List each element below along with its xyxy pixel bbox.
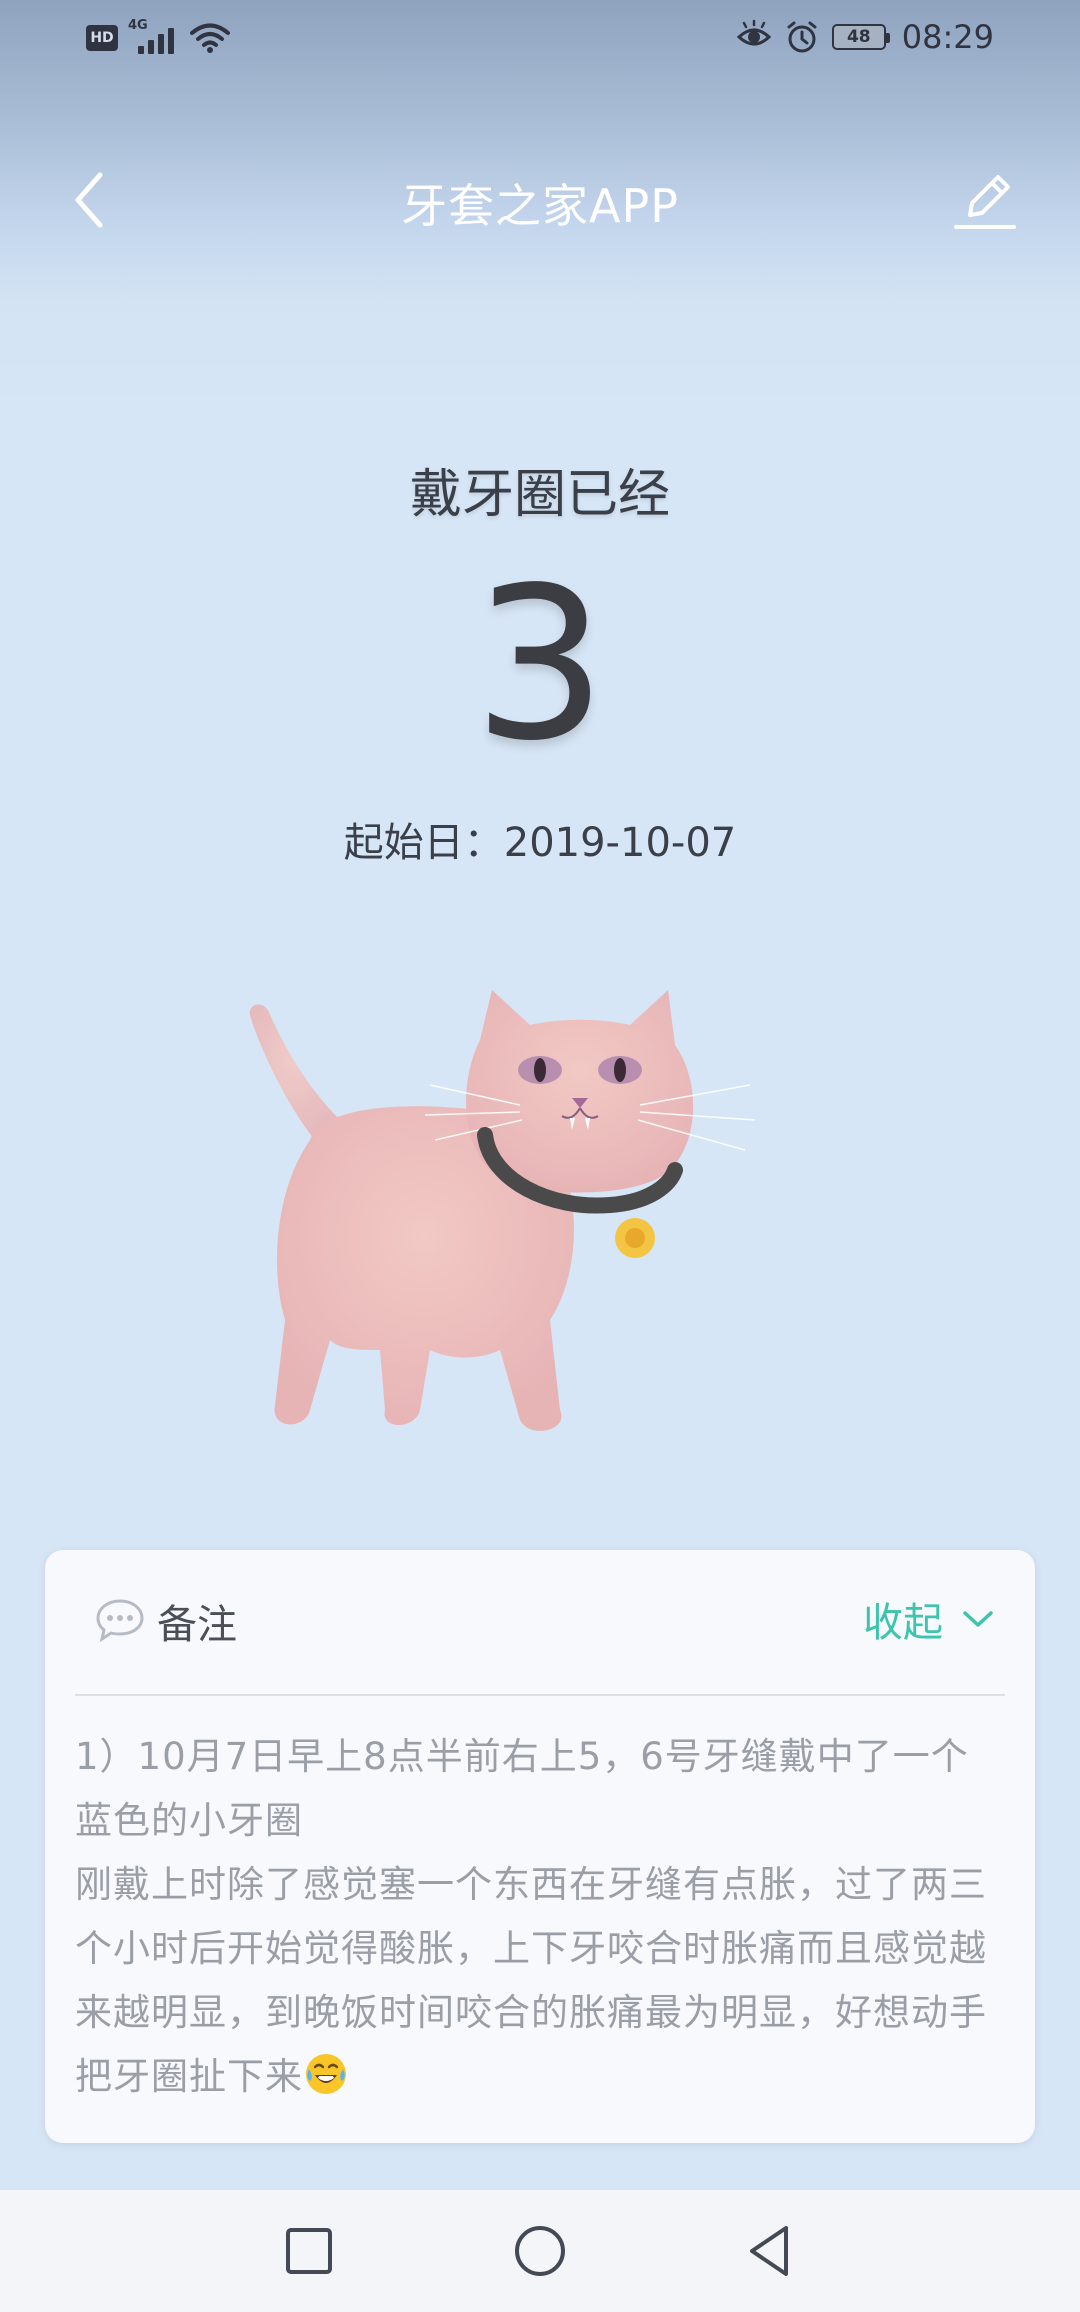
clock: 08:29 — [901, 18, 994, 56]
hd-badge: HD — [86, 25, 118, 51]
start-date: 起始日：2019-10-07 — [343, 820, 737, 866]
square-icon — [286, 2228, 332, 2274]
note-paragraph: 刚戴上时除了感觉塞一个东西在牙缝有点胀，过了两三个小时后开始觉得酸胀，上下牙咬合… — [75, 1853, 1005, 2109]
status-bar: HD 4G 48 08:29 — [0, 0, 1080, 80]
note-line: 1）10月7日早上8点半前右上5，6号牙缝戴中了一个蓝色的小牙圈 — [75, 1735, 969, 1842]
note-divider — [75, 1694, 1005, 1696]
wifi-icon — [190, 23, 230, 53]
note-title: 备注 — [157, 1602, 237, 1648]
chevron-down-icon — [963, 1611, 993, 1627]
screen: HD 4G 48 08:29 牙套之家APP 戴牙圈已经 3 起始日：2019-… — [0, 0, 1080, 2312]
note-body: 1）10月7日早上8点半前右上5，6号牙缝戴中了一个蓝色的小牙圈 刚戴上时除了感… — [75, 1725, 1005, 2109]
note-card: 备注 收起 1）10月7日早上8点半前右上5，6号牙缝戴中了一个蓝色的小牙圈 刚… — [45, 1550, 1035, 2143]
edit-button[interactable] — [950, 165, 1020, 235]
triangle-back-icon — [750, 2226, 788, 2276]
alarm-icon — [787, 21, 817, 53]
pencil-icon — [954, 175, 1016, 229]
home-button[interactable] — [509, 2220, 571, 2282]
note-header: 备注 收起 — [45, 1550, 1035, 1695]
app-header: 牙套之家APP — [0, 140, 1080, 260]
cat-illustration — [249, 990, 756, 1431]
collapse-label: 收起 — [863, 1600, 943, 1646]
status-left: HD 4G — [86, 18, 230, 56]
tears-of-joy-emoji-icon — [306, 2054, 346, 2094]
recent-apps-button[interactable] — [278, 2220, 340, 2282]
status-right: 48 08:29 — [736, 18, 994, 56]
day-counter: 3 — [473, 542, 607, 787]
back-nav-button[interactable] — [740, 2220, 802, 2282]
comment-icon — [96, 1599, 144, 1643]
page-title: 牙套之家APP — [401, 179, 679, 233]
collapse-button[interactable]: 收起 — [863, 1590, 995, 1648]
counter-label: 戴牙圈已经 — [409, 465, 670, 525]
cellular-signal-icon: 4G — [128, 18, 180, 56]
circle-icon — [515, 2226, 565, 2276]
eye-icon — [736, 19, 771, 46]
system-nav-bar — [0, 2190, 1080, 2312]
note-line: 刚戴上时除了感觉塞一个东西在牙缝有点胀，过了两三个小时后开始觉得酸胀，上下牙咬合… — [75, 1863, 987, 2098]
battery-indicator: 48 — [831, 24, 890, 50]
